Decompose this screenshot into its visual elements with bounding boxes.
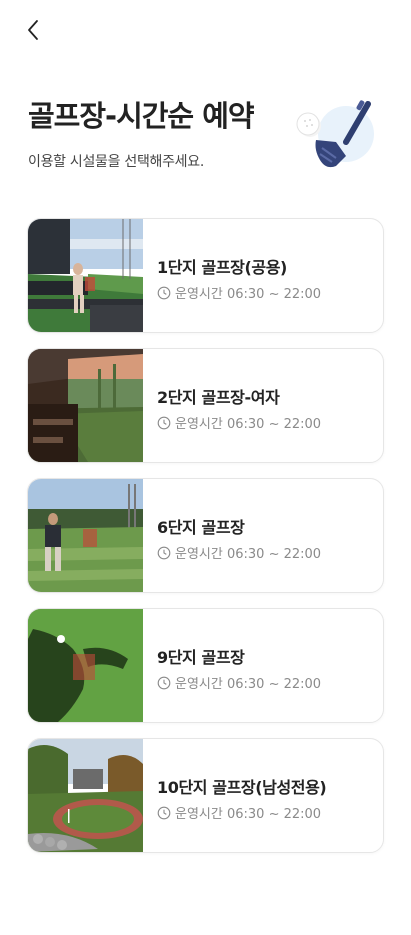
back-button[interactable] xyxy=(22,18,46,42)
clock-icon xyxy=(157,806,171,819)
facility-photo xyxy=(28,609,143,722)
clock-icon xyxy=(157,676,171,689)
facility-hours-text: 운영시간 06:30 ~ 22:00 xyxy=(175,807,322,822)
clock-icon xyxy=(157,546,171,559)
facility-name: 9단지 골프장 xyxy=(157,648,245,667)
golf-club-ball-icon xyxy=(296,96,380,176)
facility-hours: 운영시간 06:30 ~ 22:00 xyxy=(157,413,321,432)
facility-hours-text: 운영시간 06:30 ~ 22:00 xyxy=(175,547,322,562)
facility-card[interactable]: 2단지 골프장-여자 운영시간 06:30 ~ 22:00 xyxy=(27,348,384,463)
facility-hours-text: 운영시간 06:30 ~ 22:00 xyxy=(175,677,322,692)
facility-card[interactable]: 9단지 골프장 운영시간 06:30 ~ 22:00 xyxy=(27,608,384,723)
chevron-left-icon xyxy=(28,20,38,40)
facility-photo xyxy=(28,739,143,852)
facility-photo xyxy=(28,479,143,592)
facility-card[interactable]: 10단지 골프장(남성전용) 운영시간 06:30 ~ 22:00 xyxy=(27,738,384,853)
facility-name: 2단지 골프장-여자 xyxy=(157,388,280,407)
page-subtitle: 이용할 시설물을 선택해주세요. xyxy=(28,154,204,170)
facility-card[interactable]: 1단지 골프장(공용) 운영시간 06:30 ~ 22:00 xyxy=(27,218,384,333)
facility-photo xyxy=(28,219,143,332)
facility-name: 10단지 골프장(남성전용) xyxy=(157,778,327,797)
clock-icon xyxy=(157,416,171,429)
facility-hours: 운영시간 06:30 ~ 22:00 xyxy=(157,543,321,562)
facility-hours: 운영시간 06:30 ~ 22:00 xyxy=(157,283,321,302)
page-title: 골프장-시간순 예약 xyxy=(28,99,255,133)
facility-card[interactable]: 6단지 골프장 운영시간 06:30 ~ 22:00 xyxy=(27,478,384,593)
facility-hours: 운영시간 06:30 ~ 22:00 xyxy=(157,673,321,692)
clock-icon xyxy=(157,286,171,299)
facility-name: 1단지 골프장(공용) xyxy=(157,258,287,277)
facility-list: 1단지 골프장(공용) 운영시간 06:30 ~ 22:00 2단지 골프장-여 xyxy=(27,218,384,868)
facility-hours-text: 운영시간 06:30 ~ 22:00 xyxy=(175,417,322,432)
facility-photo xyxy=(28,349,143,462)
facility-name: 6단지 골프장 xyxy=(157,518,245,537)
facility-hours: 운영시간 06:30 ~ 22:00 xyxy=(157,803,321,822)
facility-hours-text: 운영시간 06:30 ~ 22:00 xyxy=(175,287,322,302)
